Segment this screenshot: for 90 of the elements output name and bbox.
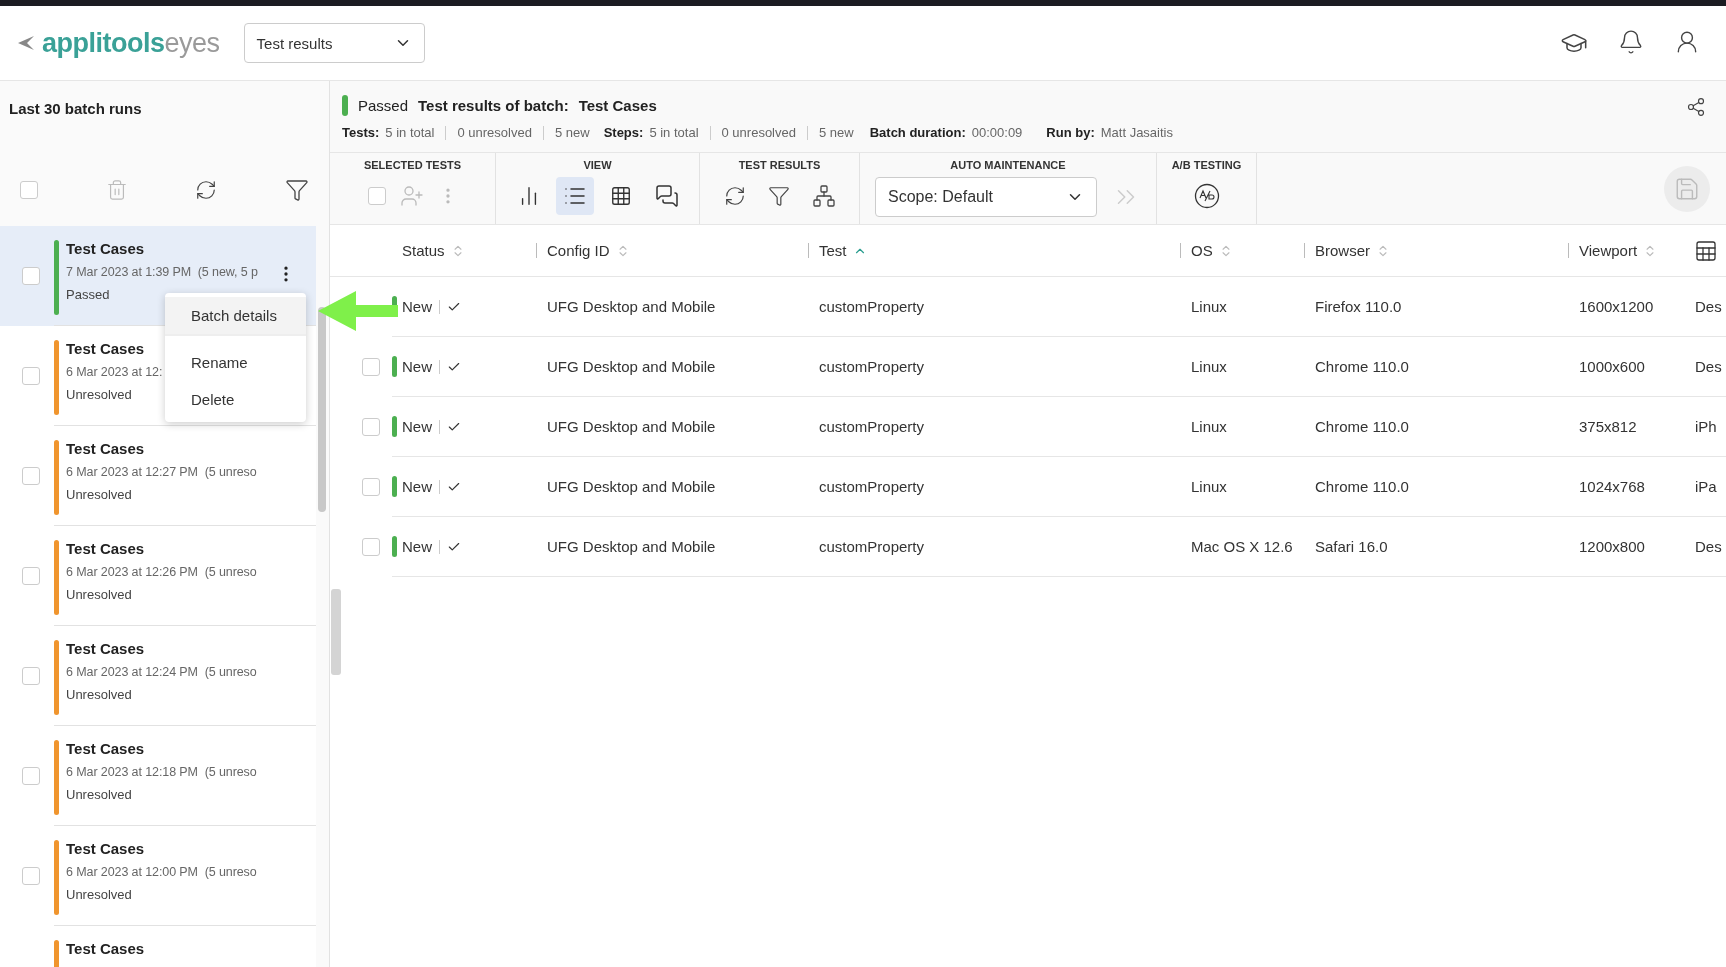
stat-label: Steps: (603, 125, 644, 140)
batch-status: Unresolved (66, 687, 133, 702)
batch-title: Test Cases (578, 97, 657, 114)
stat-value: 00:00:09 (971, 125, 1023, 140)
table-cell: Des (1684, 517, 1726, 577)
stat-value: 0 unresolved (457, 125, 532, 140)
batch-status: Unresolved (66, 787, 133, 802)
table-cell: customProperty (808, 517, 1180, 577)
batch-date: 6 Mar 2023 at 12:24 PM (5 unreso (66, 665, 257, 679)
column-header[interactable]: Test (808, 243, 867, 258)
table-cell: Firefox 110.0 (1304, 277, 1568, 337)
table-cell: customProperty (808, 277, 1180, 337)
batch-status: Passed (66, 287, 111, 302)
table-cell: iPh (1684, 397, 1726, 457)
table-cell: UFG Desktop and Mobile (536, 277, 808, 337)
table-cell: 1200x800 (1568, 517, 1684, 577)
table-cell: Linux (1180, 337, 1304, 397)
menu-item[interactable]: Delete (165, 381, 306, 418)
stat-value: 5 in total (649, 125, 699, 140)
batch-date: 6 Mar 2023 at 12:27 PM (5 unreso (66, 465, 257, 479)
column-header[interactable]: Status (392, 243, 465, 258)
scope-select[interactable]: Scope: Default (875, 177, 1097, 217)
menu-item[interactable]: Rename (165, 344, 306, 381)
status-tag: New (392, 356, 461, 377)
table-cell: customProperty (808, 337, 1180, 397)
batch-title: Test Cases (66, 740, 146, 757)
batch-date: 6 Mar 2023 at 12:00 PM (5 unreso (66, 865, 257, 879)
status-tag: New (392, 296, 461, 317)
stat-value: 5 new (819, 125, 854, 140)
table-cell: 1600x1200 (1568, 277, 1684, 337)
batch-title: Test Cases (66, 640, 146, 657)
batch-title: Test Cases (66, 940, 145, 957)
batch-status: Unresolved (66, 487, 133, 502)
group-title: VIEW (583, 159, 612, 171)
table-cell: Mac OS X 12.6 (1180, 517, 1304, 577)
stat-label: Batch duration: (869, 125, 966, 140)
batch-title: Test Cases (66, 440, 146, 457)
status-tag: New (392, 476, 461, 497)
column-header[interactable]: Browser (1304, 243, 1390, 258)
table-cell: 1024x768 (1568, 457, 1684, 517)
group-title: AUTO MAINTENANCE (950, 159, 1066, 171)
table-cell: Chrome 110.0 (1304, 337, 1568, 397)
table-cell: Linux (1180, 457, 1304, 517)
group-title: A/B TESTING (1171, 159, 1242, 171)
column-header[interactable]: Config ID (536, 243, 630, 258)
table-cell: customProperty (808, 457, 1180, 517)
stat-label: Run by: (1046, 125, 1095, 140)
table-cell: iPa (1684, 457, 1726, 517)
batch-title-label: Test results of batch: (418, 97, 569, 114)
applitools-logo: applitoolseyes (16, 27, 220, 59)
group-title: SELECTED TESTS (363, 159, 462, 171)
batch-status: Passed (358, 97, 409, 114)
stat-value: 5 new (554, 125, 590, 140)
table-cell: Linux (1180, 277, 1304, 337)
group-title: TEST RESULTS (738, 159, 821, 171)
menu-item[interactable]: Batch details (165, 297, 306, 336)
table-cell: 375x812 (1568, 397, 1684, 457)
page-select[interactable]: Test results (243, 23, 425, 63)
batch-status: Unresolved (66, 587, 133, 602)
batch-status: Unresolved (66, 887, 133, 902)
stat-value: 5 in total (385, 125, 435, 140)
batch-date: 6 Mar 2023 at 12:18 PM (5 unreso (66, 765, 257, 779)
stat-value: Matt Jasaitis (1100, 125, 1173, 140)
batch-title: Test Cases (66, 340, 146, 357)
batch-date: 7 Mar 2023 at 1:39 PM (5 new, 5 p (66, 265, 258, 279)
table-cell: Chrome 110.0 (1304, 457, 1568, 517)
table-cell: UFG Desktop and Mobile (536, 517, 808, 577)
stat-label: Tests: (342, 125, 380, 140)
batch-status: Unresolved (66, 387, 133, 402)
table-cell: Des (1684, 277, 1726, 337)
batch-date: 6 Mar 2023 at 12:26 PM (5 unreso (66, 565, 257, 579)
batch-title: Test Cases (66, 840, 146, 857)
table-cell: UFG Desktop and Mobile (536, 337, 808, 397)
table-cell: customProperty (808, 397, 1180, 457)
stat-value: 0 unresolved (721, 125, 796, 140)
table-cell: Chrome 110.0 (1304, 397, 1568, 457)
column-header[interactable]: Viewport (1568, 243, 1658, 258)
table-cell: UFG Desktop and Mobile (536, 457, 808, 517)
status-tag: New (392, 536, 461, 557)
batch-date: 6 Mar 2023 at 12: (66, 365, 163, 379)
sidebar-title: Last 30 batch runs (8, 99, 143, 119)
table-cell: 1000x600 (1568, 337, 1684, 397)
table-cell: Des (1684, 337, 1726, 397)
table-cell: Safari 16.0 (1304, 517, 1568, 577)
batch-title: Test Cases (66, 240, 146, 257)
column-header[interactable]: OS (1180, 243, 1233, 258)
table-cell: UFG Desktop and Mobile (536, 397, 808, 457)
table-cell: Linux (1180, 397, 1304, 457)
status-tag: New (392, 416, 461, 437)
batch-title: Test Cases (66, 540, 146, 557)
